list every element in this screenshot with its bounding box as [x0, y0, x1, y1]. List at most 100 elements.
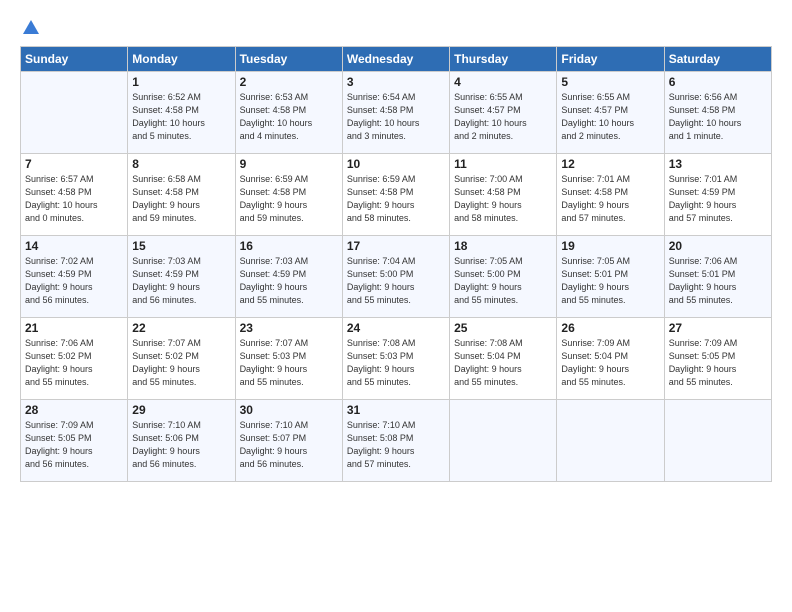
cell-w5-d7: [664, 400, 771, 482]
cell-w5-d3: 30 Sunrise: 7:10 AM Sunset: 5:07 PM Dayli…: [235, 400, 342, 482]
col-header-thursday: Thursday: [450, 47, 557, 72]
day-info: Sunrise: 6:54 AM Sunset: 4:58 PM Dayligh…: [347, 91, 445, 143]
day-info: Sunrise: 7:09 AM Sunset: 5:05 PM Dayligh…: [669, 337, 767, 389]
day-number: 20: [669, 239, 767, 253]
cell-w3-d1: 14 Sunrise: 7:02 AM Sunset: 4:59 PM Dayli…: [21, 236, 128, 318]
day-number: 26: [561, 321, 659, 335]
cell-w2-d5: 11 Sunrise: 7:00 AM Sunset: 4:58 PM Dayli…: [450, 154, 557, 236]
day-number: 5: [561, 75, 659, 89]
header-row: SundayMondayTuesdayWednesdayThursdayFrid…: [21, 47, 772, 72]
day-number: 2: [240, 75, 338, 89]
day-number: 25: [454, 321, 552, 335]
day-info: Sunrise: 7:00 AM Sunset: 4:58 PM Dayligh…: [454, 173, 552, 225]
day-info: Sunrise: 7:06 AM Sunset: 5:01 PM Dayligh…: [669, 255, 767, 307]
cell-w1-d7: 6Sunrise: 6:56 AM Sunset: 4:58 PM Daylig…: [664, 72, 771, 154]
day-info: Sunrise: 7:02 AM Sunset: 4:59 PM Dayligh…: [25, 255, 123, 307]
day-info: Sunrise: 6:59 AM Sunset: 4:58 PM Dayligh…: [240, 173, 338, 225]
day-number: 24: [347, 321, 445, 335]
day-number: 15: [132, 239, 230, 253]
day-number: 27: [669, 321, 767, 335]
day-number: 3: [347, 75, 445, 89]
day-info: Sunrise: 6:55 AM Sunset: 4:57 PM Dayligh…: [561, 91, 659, 143]
cell-w1-d6: 5 Sunrise: 6:55 AM Sunset: 4:57 PM Daylig…: [557, 72, 664, 154]
col-header-saturday: Saturday: [664, 47, 771, 72]
day-info: Sunrise: 6:56 AM Sunset: 4:58 PM Dayligh…: [669, 91, 767, 143]
col-header-friday: Friday: [557, 47, 664, 72]
col-header-wednesday: Wednesday: [342, 47, 449, 72]
logo: [20, 18, 42, 36]
day-number: 18: [454, 239, 552, 253]
day-number: 17: [347, 239, 445, 253]
day-number: 21: [25, 321, 123, 335]
day-info: Sunrise: 7:08 AM Sunset: 5:04 PM Dayligh…: [454, 337, 552, 389]
day-number: 16: [240, 239, 338, 253]
cell-w1-d2: 1Sunrise: 6:52 AM Sunset: 4:58 PM Daylig…: [128, 72, 235, 154]
day-info: Sunrise: 7:07 AM Sunset: 5:03 PM Dayligh…: [240, 337, 338, 389]
day-info: Sunrise: 7:05 AM Sunset: 5:01 PM Dayligh…: [561, 255, 659, 307]
cell-w4-d4: 24 Sunrise: 7:08 AM Sunset: 5:03 PM Dayli…: [342, 318, 449, 400]
day-number: 29: [132, 403, 230, 417]
day-info: Sunrise: 7:06 AM Sunset: 5:02 PM Dayligh…: [25, 337, 123, 389]
day-info: Sunrise: 7:05 AM Sunset: 5:00 PM Dayligh…: [454, 255, 552, 307]
cell-w2-d2: 8 Sunrise: 6:58 AM Sunset: 4:58 PM Daylig…: [128, 154, 235, 236]
calendar-table: SundayMondayTuesdayWednesdayThursdayFrid…: [20, 46, 772, 482]
day-number: 10: [347, 157, 445, 171]
calendar-container: SundayMondayTuesdayWednesdayThursdayFrid…: [0, 0, 792, 612]
day-number: 12: [561, 157, 659, 171]
day-info: Sunrise: 7:03 AM Sunset: 4:59 PM Dayligh…: [132, 255, 230, 307]
day-number: 30: [240, 403, 338, 417]
cell-w3-d6: 19 Sunrise: 7:05 AM Sunset: 5:01 PM Dayli…: [557, 236, 664, 318]
day-number: 14: [25, 239, 123, 253]
day-info: Sunrise: 6:53 AM Sunset: 4:58 PM Dayligh…: [240, 91, 338, 143]
col-header-monday: Monday: [128, 47, 235, 72]
cell-w1-d1: [21, 72, 128, 154]
day-info: Sunrise: 7:09 AM Sunset: 5:04 PM Dayligh…: [561, 337, 659, 389]
day-number: 7: [25, 157, 123, 171]
cell-w4-d7: 27 Sunrise: 7:09 AM Sunset: 5:05 PM Dayli…: [664, 318, 771, 400]
day-number: 1: [132, 75, 230, 89]
cell-w3-d5: 18 Sunrise: 7:05 AM Sunset: 5:00 PM Dayli…: [450, 236, 557, 318]
cell-w4-d6: 26 Sunrise: 7:09 AM Sunset: 5:04 PM Dayli…: [557, 318, 664, 400]
day-info: Sunrise: 7:01 AM Sunset: 4:59 PM Dayligh…: [669, 173, 767, 225]
col-header-tuesday: Tuesday: [235, 47, 342, 72]
cell-w5-d5: [450, 400, 557, 482]
day-info: Sunrise: 6:55 AM Sunset: 4:57 PM Dayligh…: [454, 91, 552, 143]
day-info: Sunrise: 7:09 AM Sunset: 5:05 PM Dayligh…: [25, 419, 123, 471]
week-row-5: 28 Sunrise: 7:09 AM Sunset: 5:05 PM Dayli…: [21, 400, 772, 482]
cell-w5-d6: [557, 400, 664, 482]
cell-w4-d1: 21 Sunrise: 7:06 AM Sunset: 5:02 PM Dayli…: [21, 318, 128, 400]
day-number: 31: [347, 403, 445, 417]
day-number: 8: [132, 157, 230, 171]
day-info: Sunrise: 7:07 AM Sunset: 5:02 PM Dayligh…: [132, 337, 230, 389]
week-row-3: 14 Sunrise: 7:02 AM Sunset: 4:59 PM Dayli…: [21, 236, 772, 318]
day-number: 23: [240, 321, 338, 335]
day-number: 9: [240, 157, 338, 171]
cell-w2-d1: 7Sunrise: 6:57 AM Sunset: 4:58 PM Daylig…: [21, 154, 128, 236]
cell-w2-d4: 10 Sunrise: 6:59 AM Sunset: 4:58 PM Dayli…: [342, 154, 449, 236]
col-header-sunday: Sunday: [21, 47, 128, 72]
day-info: Sunrise: 7:03 AM Sunset: 4:59 PM Dayligh…: [240, 255, 338, 307]
cell-w2-d6: 12Sunrise: 7:01 AM Sunset: 4:58 PM Dayli…: [557, 154, 664, 236]
cell-w4-d5: 25 Sunrise: 7:08 AM Sunset: 5:04 PM Dayli…: [450, 318, 557, 400]
cell-w4-d2: 22Sunrise: 7:07 AM Sunset: 5:02 PM Dayli…: [128, 318, 235, 400]
day-info: Sunrise: 6:59 AM Sunset: 4:58 PM Dayligh…: [347, 173, 445, 225]
logo-text-block: [20, 18, 42, 36]
day-info: Sunrise: 6:58 AM Sunset: 4:58 PM Dayligh…: [132, 173, 230, 225]
cell-w1-d5: 4Sunrise: 6:55 AM Sunset: 4:57 PM Daylig…: [450, 72, 557, 154]
day-number: 13: [669, 157, 767, 171]
day-info: Sunrise: 7:10 AM Sunset: 5:07 PM Dayligh…: [240, 419, 338, 471]
day-info: Sunrise: 7:10 AM Sunset: 5:06 PM Dayligh…: [132, 419, 230, 471]
day-number: 11: [454, 157, 552, 171]
week-row-4: 21 Sunrise: 7:06 AM Sunset: 5:02 PM Dayli…: [21, 318, 772, 400]
cell-w3-d7: 20 Sunrise: 7:06 AM Sunset: 5:01 PM Dayli…: [664, 236, 771, 318]
cell-w3-d4: 17Sunrise: 7:04 AM Sunset: 5:00 PM Dayli…: [342, 236, 449, 318]
logo-icon: [21, 18, 41, 38]
day-info: Sunrise: 7:10 AM Sunset: 5:08 PM Dayligh…: [347, 419, 445, 471]
cell-w2-d7: 13 Sunrise: 7:01 AM Sunset: 4:59 PM Dayli…: [664, 154, 771, 236]
cell-w2-d3: 9 Sunrise: 6:59 AM Sunset: 4:58 PM Daylig…: [235, 154, 342, 236]
day-number: 19: [561, 239, 659, 253]
day-number: 28: [25, 403, 123, 417]
day-info: Sunrise: 7:08 AM Sunset: 5:03 PM Dayligh…: [347, 337, 445, 389]
cell-w1-d4: 3 Sunrise: 6:54 AM Sunset: 4:58 PM Daylig…: [342, 72, 449, 154]
week-row-2: 7Sunrise: 6:57 AM Sunset: 4:58 PM Daylig…: [21, 154, 772, 236]
